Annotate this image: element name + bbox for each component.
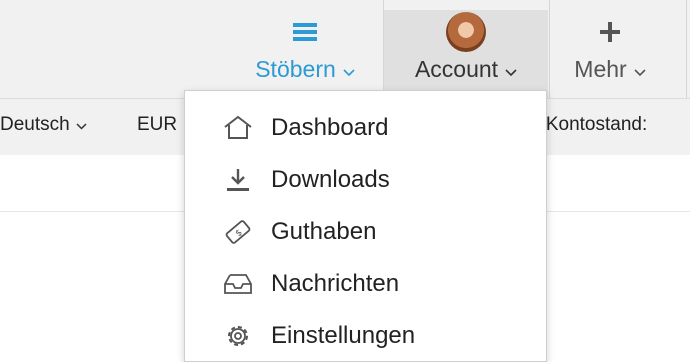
svg-text:$: $ xyxy=(234,228,245,239)
top-navigation-bar: Stöbern Account Mehr xyxy=(0,0,690,98)
avatar xyxy=(446,12,486,52)
plus-icon xyxy=(599,10,621,54)
nav-more-button[interactable]: Mehr xyxy=(550,10,670,98)
nav-browse-button[interactable]: Stöbern xyxy=(230,10,380,98)
menu-item-label: Guthaben xyxy=(271,218,377,245)
chevron-down-icon xyxy=(505,56,517,83)
chevron-down-icon xyxy=(343,56,355,83)
hamburger-menu-icon xyxy=(292,10,318,54)
chevron-down-icon xyxy=(634,56,646,83)
menu-item-dashboard[interactable]: Dashboard xyxy=(185,102,546,154)
nav-divider xyxy=(686,0,687,98)
download-icon xyxy=(221,163,255,197)
balance-text: n Kontostand: xyxy=(530,114,648,135)
nav-browse-label: Stöbern xyxy=(255,56,336,82)
ticket-icon: $ xyxy=(221,215,255,249)
language-label: Deutsch xyxy=(0,114,70,135)
nav-account-button[interactable]: Account xyxy=(384,10,548,98)
chevron-down-icon xyxy=(76,114,87,136)
menu-item-downloads[interactable]: Downloads xyxy=(185,154,546,206)
menu-item-label: Dashboard xyxy=(271,114,389,141)
menu-item-messages[interactable]: Nachrichten xyxy=(185,258,546,310)
balance-label: n Kontostand: xyxy=(530,114,647,136)
menu-item-label: Nachrichten xyxy=(271,270,400,297)
menu-item-credit[interactable]: $ Guthaben xyxy=(185,206,546,258)
nav-account-label: Account xyxy=(414,56,499,82)
account-dropdown-menu: Dashboard Downloads $ Guthaben Nachricht… xyxy=(184,90,547,362)
inbox-icon xyxy=(221,267,255,301)
menu-item-settings[interactable]: Einstellungen xyxy=(185,310,546,362)
gear-icon xyxy=(221,319,255,353)
language-selector[interactable]: Deutsch xyxy=(0,114,87,136)
menu-item-label: Einstellungen xyxy=(271,322,416,349)
home-icon xyxy=(221,111,255,145)
currency-label: EUR xyxy=(137,114,178,135)
nav-more-label: Mehr xyxy=(574,56,627,82)
currency-selector[interactable]: EUR xyxy=(137,114,177,136)
menu-item-label: Downloads xyxy=(271,166,390,193)
